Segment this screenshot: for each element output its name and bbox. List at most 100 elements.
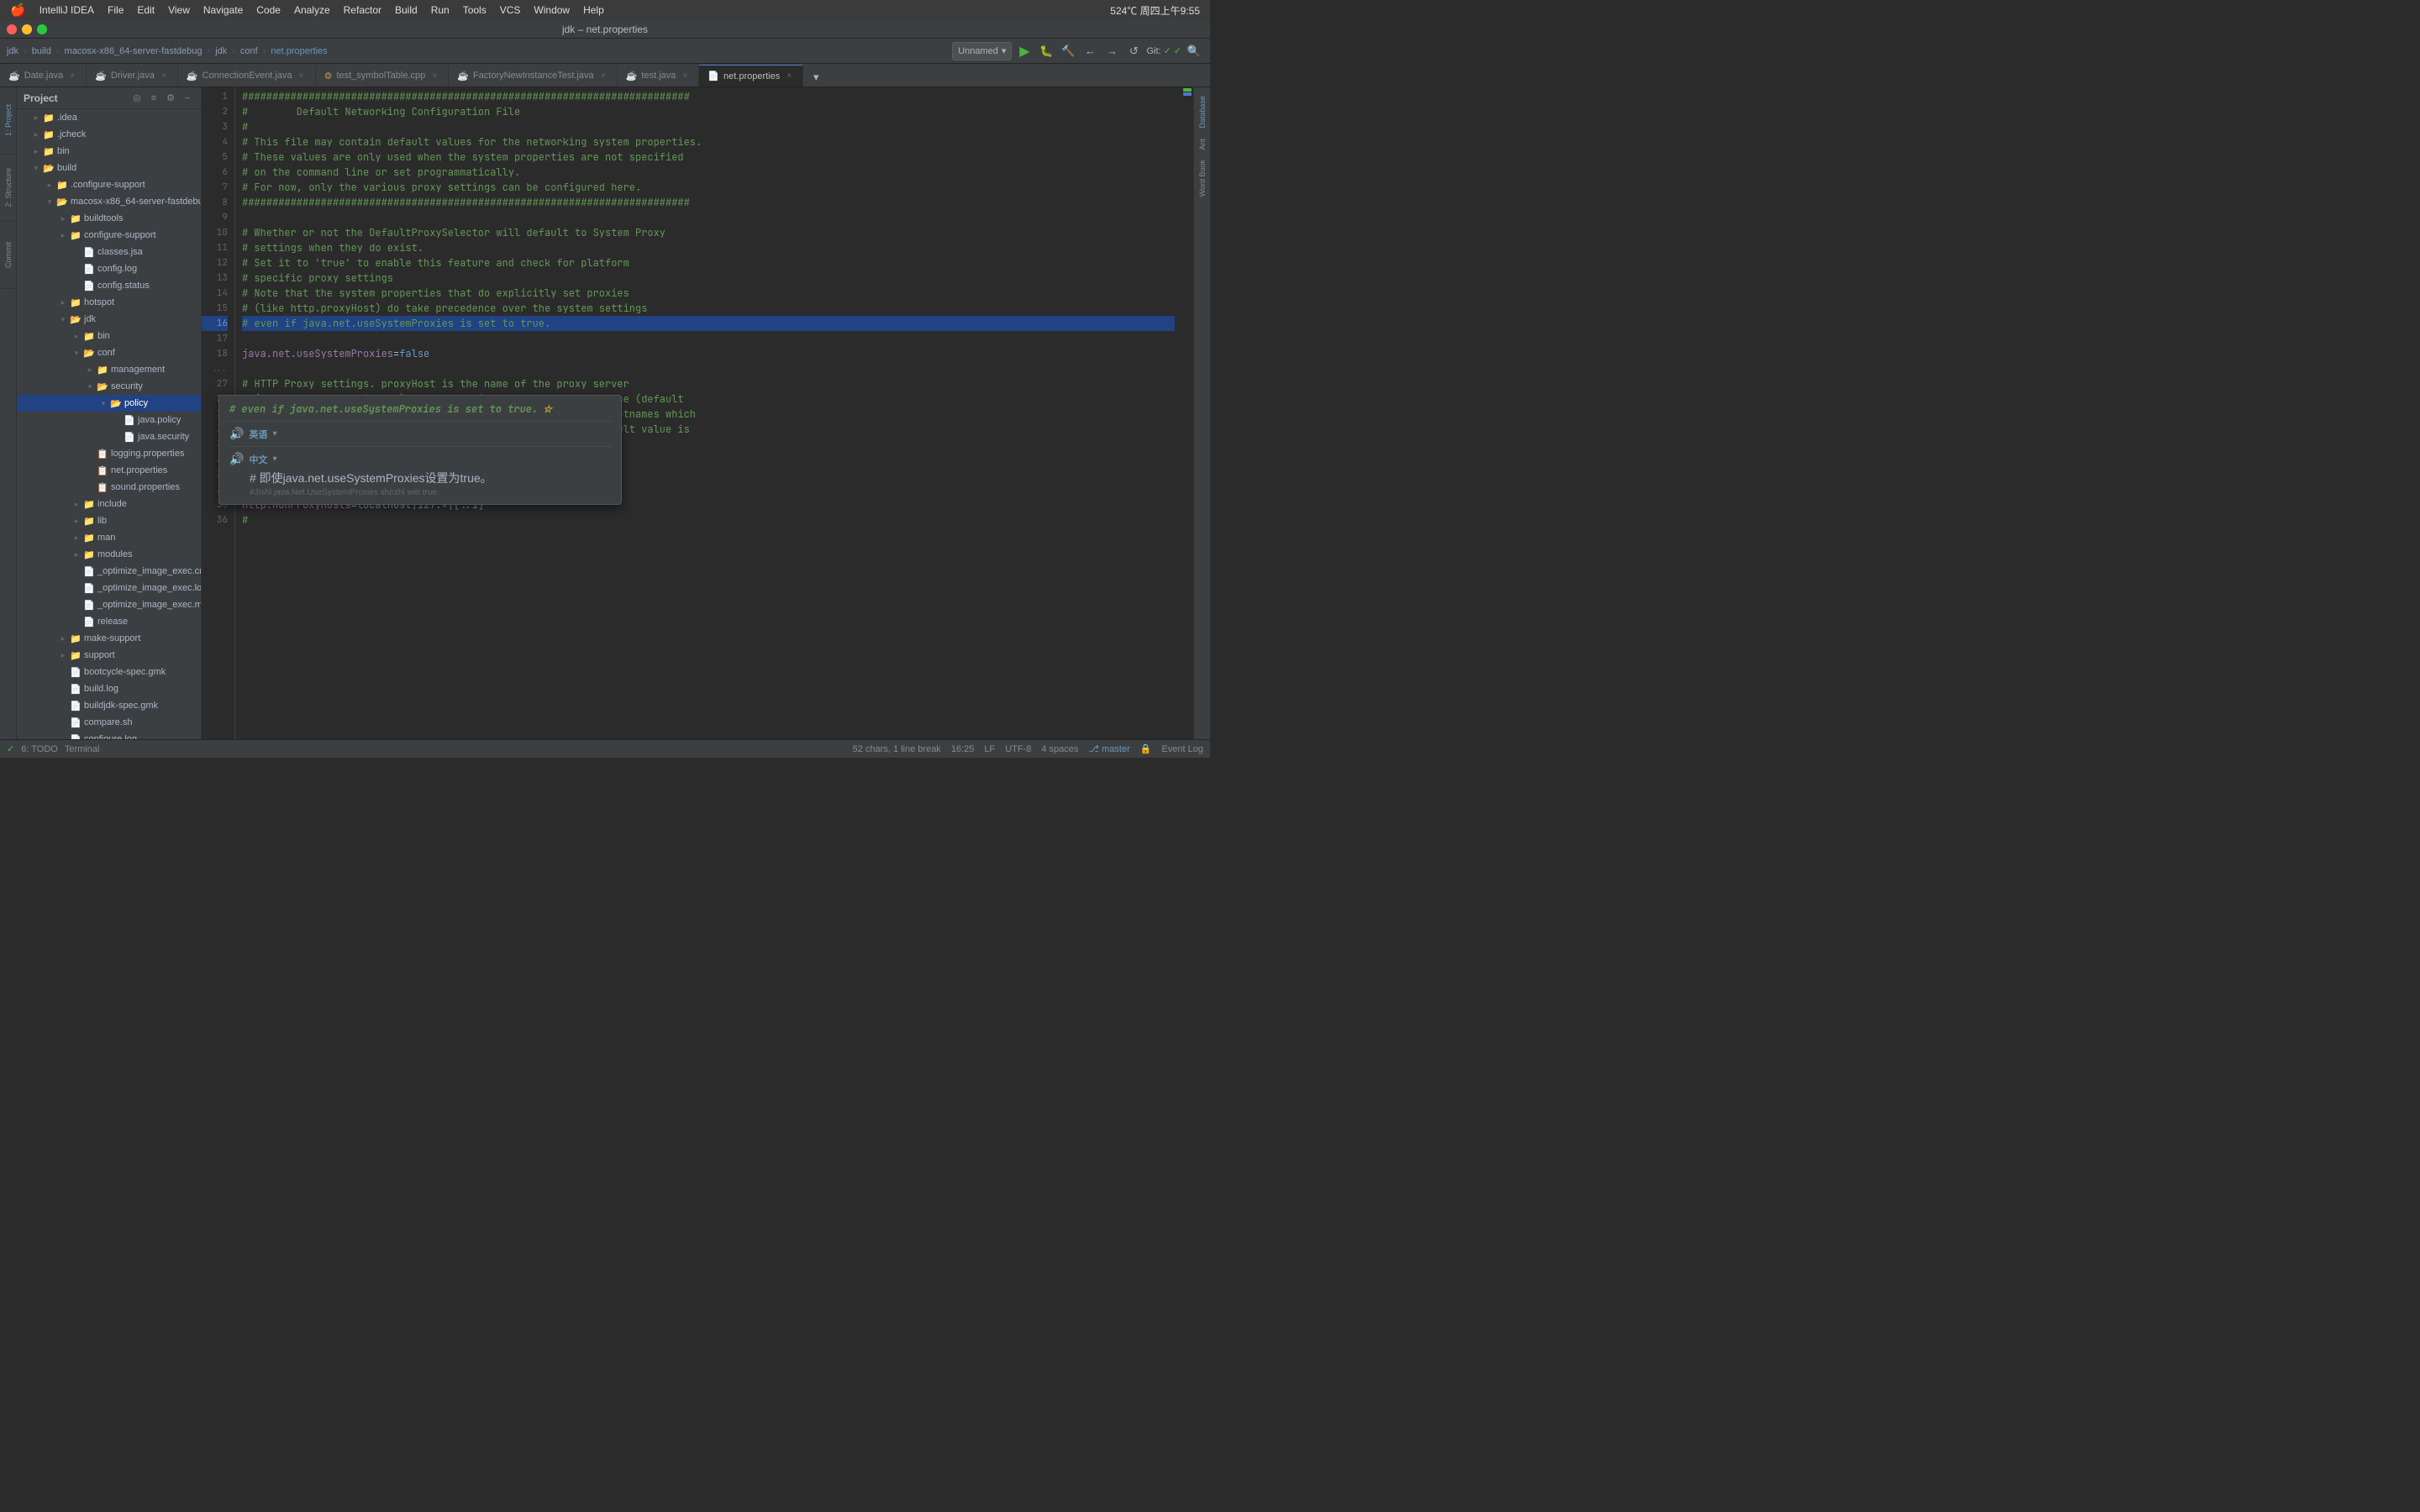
tree-item-java-security[interactable]: 📄java.security	[17, 428, 201, 445]
status-todo[interactable]: 6: TODO	[21, 744, 58, 754]
tree-item-bin[interactable]: ▸📁bin	[17, 143, 201, 160]
tree-item-sound-properties[interactable]: 📋sound.properties	[17, 479, 201, 496]
breadcrumb-file[interactable]: net.properties	[271, 46, 327, 56]
minimize-button[interactable]	[22, 24, 32, 34]
target-lang-dropdown[interactable]: ▾	[272, 454, 276, 464]
tree-item--optimize-image-exec-cmdline[interactable]: 📄_optimize_image_exec.cmdline	[17, 563, 201, 580]
close-button[interactable]	[7, 24, 17, 34]
tab-net-properties[interactable]: 📄 net.properties ×	[699, 65, 803, 87]
tree-item-bin[interactable]: ▸📁bin	[17, 328, 201, 344]
tree-item-build[interactable]: ▾📂build	[17, 160, 201, 176]
tab-test-java[interactable]: ☕ test.java ×	[618, 65, 700, 87]
tree-item-hotspot[interactable]: ▸📁hotspot	[17, 294, 201, 311]
source-lang-dropdown[interactable]: ▾	[272, 429, 276, 438]
menu-file[interactable]: File	[101, 0, 130, 20]
menu-refactor[interactable]: Refactor	[337, 0, 388, 20]
tree-item-jdk[interactable]: ▾📂jdk	[17, 311, 201, 328]
tab-close-tj[interactable]: ×	[680, 71, 690, 81]
tab-date-java[interactable]: ☕ Date.java ×	[0, 65, 87, 87]
vtool-structure[interactable]: 2: Structure	[0, 155, 16, 222]
tree-item-conf[interactable]: ▾📂conf	[17, 344, 201, 361]
right-tab-wordbook[interactable]: Word Book	[1197, 155, 1208, 202]
tab-close-np[interactable]: ×	[784, 71, 794, 81]
status-encoding[interactable]: UTF-8	[1005, 744, 1031, 754]
menu-analyze[interactable]: Analyze	[287, 0, 337, 20]
tree-item-support[interactable]: ▸📁support	[17, 647, 201, 664]
breadcrumb-macosx[interactable]: macosx-x86_64-server-fastdebug	[65, 46, 203, 56]
right-tab-ant[interactable]: Ant	[1197, 134, 1208, 155]
tree-item-management[interactable]: ▸📁management	[17, 361, 201, 378]
tree-item-lib[interactable]: ▸📁lib	[17, 512, 201, 529]
maximize-button[interactable]	[37, 24, 47, 34]
status-git-check[interactable]: ✓	[7, 743, 14, 754]
tree-item-macosx-x86-64-server-fastdebug[interactable]: ▾📂macosx-x86_64-server-fastdebug	[17, 193, 201, 210]
tree-item-logging-properties[interactable]: 📋logging.properties	[17, 445, 201, 462]
tree-item-java-policy[interactable]: 📄java.policy	[17, 412, 201, 428]
event-log-button[interactable]: Event Log	[1161, 744, 1203, 754]
tab-close-ts[interactable]: ×	[429, 71, 439, 81]
build-button[interactable]: 🔨	[1059, 42, 1077, 60]
menu-build[interactable]: Build	[388, 0, 424, 20]
menu-view[interactable]: View	[161, 0, 197, 20]
tab-factory-new[interactable]: ☕ FactoryNewInstanceTest.java ×	[449, 65, 617, 87]
tree-item-buildtools[interactable]: ▸📁buildtools	[17, 210, 201, 227]
tab-close-driver[interactable]: ×	[159, 71, 169, 81]
tree-item--jcheck[interactable]: ▸📁.jcheck	[17, 126, 201, 143]
tab-close-ce[interactable]: ×	[297, 71, 307, 81]
breadcrumb-jdk[interactable]: jdk	[7, 46, 18, 56]
right-tab-database[interactable]: Database	[1197, 91, 1208, 134]
menu-navigate[interactable]: Navigate	[197, 0, 250, 20]
status-position[interactable]: 16:25	[951, 744, 975, 754]
tree-item-configure-support[interactable]: ▸📁configure-support	[17, 227, 201, 244]
search-everywhere-button[interactable]: 🔍	[1185, 42, 1203, 60]
tree-item-release[interactable]: 📄release	[17, 613, 201, 630]
tab-test-symbol[interactable]: ⚙ test_symbolTable.cpp ×	[316, 65, 450, 87]
breadcrumb-conf[interactable]: conf	[240, 46, 258, 56]
tree-item-make-support[interactable]: ▸📁make-support	[17, 630, 201, 647]
tab-close-date[interactable]: ×	[67, 71, 77, 81]
menu-intellij[interactable]: IntelliJ IDEA	[33, 0, 101, 20]
tree-item-build-log[interactable]: 📄build.log	[17, 680, 201, 697]
tabs-overflow-button[interactable]: ▾	[807, 68, 825, 87]
speaker-icon[interactable]: 🔊	[229, 427, 244, 441]
menu-help[interactable]: Help	[576, 0, 611, 20]
status-git-branch[interactable]: ⎇ master	[1088, 743, 1129, 754]
status-line-ending[interactable]: LF	[984, 744, 995, 754]
popup-star-icon[interactable]: ☆	[543, 402, 552, 416]
menu-run[interactable]: Run	[424, 0, 456, 20]
tree-item-configure-log[interactable]: 📄configure.log	[17, 731, 201, 739]
vtool-commit[interactable]: Commit	[0, 222, 16, 289]
lock-icon[interactable]: 🔒	[1140, 743, 1152, 754]
tree-item-config-status[interactable]: 📄config.status	[17, 277, 201, 294]
tree-item--idea[interactable]: ▸📁.idea	[17, 109, 201, 126]
toolbar-refresh[interactable]: ↺	[1124, 42, 1143, 60]
project-settings-button[interactable]: ⚙	[164, 92, 177, 105]
locate-file-button[interactable]: ◎	[130, 92, 144, 105]
toolbar-back[interactable]: ←	[1081, 42, 1099, 60]
run-button[interactable]: ▶	[1015, 42, 1034, 60]
tree-item-security[interactable]: ▾📂security	[17, 378, 201, 395]
tab-connection-event[interactable]: ☕ ConnectionEvent.java ×	[178, 65, 316, 87]
tree-item-compare-sh[interactable]: 📄compare.sh	[17, 714, 201, 731]
tree-item--optimize-image-exec-log[interactable]: 📄_optimize_image_exec.log	[17, 580, 201, 596]
minimize-panel-button[interactable]: −	[181, 92, 194, 105]
apple-logo[interactable]: 🍎	[10, 3, 26, 18]
status-terminal[interactable]: Terminal	[65, 744, 100, 754]
debug-button[interactable]: 🐛	[1037, 42, 1055, 60]
vtool-project[interactable]: 1: Project	[0, 87, 16, 155]
tree-item-bootcycle-spec-gmk[interactable]: 📄bootcycle-spec.gmk	[17, 664, 201, 680]
status-indent[interactable]: 4 spaces	[1041, 744, 1078, 754]
tree-item-modules[interactable]: ▸📁modules	[17, 546, 201, 563]
collapse-all-button[interactable]: ≡	[147, 92, 160, 105]
tree-item-config-log[interactable]: 📄config.log	[17, 260, 201, 277]
breadcrumb-build[interactable]: build	[32, 46, 51, 56]
tree-item--configure-support[interactable]: ▸📁.configure-support	[17, 176, 201, 193]
tree-item-classes-jsa[interactable]: 📄classes.jsa	[17, 244, 201, 260]
tree-item--optimize-image-exec-marker[interactable]: 📄_optimize_image_exec.marker	[17, 596, 201, 613]
tab-driver-java[interactable]: ☕ Driver.java ×	[87, 65, 178, 87]
tree-item-include[interactable]: ▸📁include	[17, 496, 201, 512]
tree-item-man[interactable]: ▸📁man	[17, 529, 201, 546]
menu-tools[interactable]: Tools	[456, 0, 493, 20]
breadcrumb-jdk2[interactable]: jdk	[215, 46, 227, 56]
tree-item-net-properties[interactable]: 📋net.properties	[17, 462, 201, 479]
